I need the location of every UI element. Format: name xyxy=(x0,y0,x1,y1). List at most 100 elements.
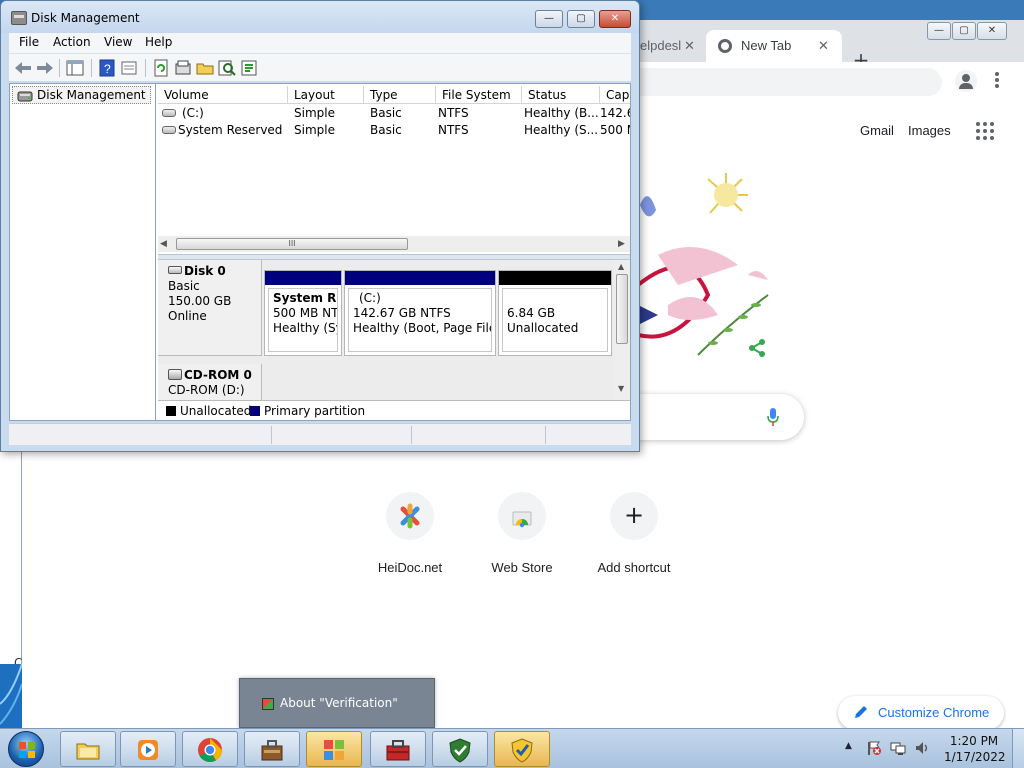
taskbar-toolkit[interactable] xyxy=(370,731,426,767)
show-hidden-icons-icon[interactable]: ▲ xyxy=(845,741,852,751)
scrollbar-thumb[interactable]: III xyxy=(176,238,408,250)
start-button[interactable] xyxy=(4,730,48,768)
menu-view[interactable]: View xyxy=(104,35,132,49)
address-bar[interactable] xyxy=(636,68,942,96)
horizontal-scrollbar[interactable]: ◀ III ▶ xyxy=(158,236,630,252)
column-header-layout[interactable]: Layout xyxy=(288,86,364,104)
partition-name: System Res xyxy=(273,291,337,305)
chrome-icon xyxy=(198,738,222,763)
partition-detail: 6.84 GB xyxy=(507,306,556,320)
disk-management-icon xyxy=(17,91,33,102)
partition-status: Healthy (Boot, Page File, C xyxy=(353,321,491,335)
window-title: Disk Management xyxy=(31,11,140,25)
column-header-status[interactable]: Status xyxy=(522,86,600,104)
partition-bar xyxy=(265,271,341,285)
cdrom-0-media[interactable] xyxy=(264,364,612,400)
tab-helpdesk[interactable]: elpdesl ✕ xyxy=(630,30,702,62)
refresh-icon[interactable] xyxy=(151,58,171,78)
volume-layout: Simple xyxy=(294,106,335,120)
tab-close-icon[interactable]: ✕ xyxy=(684,30,695,62)
column-header-file-system[interactable]: File System xyxy=(436,86,522,104)
minimize-button[interactable]: — xyxy=(535,10,563,28)
close-button[interactable]: ✕ xyxy=(599,10,631,28)
open-folder-icon[interactable] xyxy=(195,58,215,78)
column-header-volume[interactable]: Volume xyxy=(158,86,288,104)
tab-close-icon[interactable]: ✕ xyxy=(818,30,829,62)
disk-type: Basic xyxy=(168,279,200,293)
microphone-icon[interactable] xyxy=(766,407,780,427)
tree-item-label: Disk Management xyxy=(37,88,146,102)
profile-icon[interactable] xyxy=(955,70,977,92)
partition-unallocated[interactable]: 6.84 GB Unallocated xyxy=(498,270,612,356)
disk-name: CD-ROM 0 xyxy=(184,368,252,382)
scrollbar-thumb[interactable] xyxy=(616,274,628,344)
taskbar-thumbnail-popup[interactable]: About "Verification" xyxy=(239,678,435,728)
disk-name: Disk 0 xyxy=(184,264,226,278)
google-doodle-image[interactable] xyxy=(638,165,778,365)
tab-new-tab-label: New Tab xyxy=(741,38,792,53)
partition-status: Unallocated xyxy=(507,321,579,335)
menu-action[interactable]: Action xyxy=(53,35,91,49)
shortcut-web-store[interactable]: Web Store xyxy=(472,492,572,575)
scroll-left-icon[interactable]: ◀ xyxy=(160,239,167,249)
chrome-maximize-button[interactable]: ▢ xyxy=(952,22,976,40)
properties-icon[interactable] xyxy=(119,58,139,78)
taskbar-explorer[interactable] xyxy=(60,731,116,767)
volume-icon[interactable] xyxy=(914,740,930,756)
taskbar-toolbox[interactable] xyxy=(244,731,300,767)
google-apps-icon[interactable] xyxy=(976,122,994,140)
table-row[interactable]: System Reserved Simple Basic NTFS Health… xyxy=(158,122,630,139)
partition-c-drive[interactable]: (C:) 142.67 GB NTFS Healthy (Boot, Page … xyxy=(344,270,496,356)
chrome-tab-icon xyxy=(718,39,732,53)
menu-bar: File Action View Help xyxy=(9,33,631,53)
disk-0-info[interactable]: Disk 0 Basic 150.00 GB Online xyxy=(158,260,262,356)
taskbar-action-center[interactable] xyxy=(494,731,550,767)
action-center-flag-icon[interactable] xyxy=(866,740,882,756)
drive-icon xyxy=(162,126,176,134)
show-desktop-button[interactable] xyxy=(1012,729,1024,768)
taskbar-media-player[interactable] xyxy=(120,731,176,767)
format-icon[interactable] xyxy=(239,58,259,78)
legend-label: Unallocated xyxy=(180,404,252,418)
images-link[interactable]: Images xyxy=(908,123,951,138)
disk-graphical-view: Disk 0 Basic 150.00 GB Online System Res… xyxy=(158,260,630,400)
chrome-close-button[interactable]: ✕ xyxy=(977,22,1007,40)
partition-system-reserved[interactable]: System Res 500 MB NTF Healthy (Sys xyxy=(264,270,342,356)
gmail-link[interactable]: Gmail xyxy=(860,123,894,138)
taskbar-chrome[interactable] xyxy=(182,731,238,767)
system-clock[interactable]: 1:20 PM 1/17/2022 xyxy=(944,733,1006,765)
window-titlebar[interactable]: Disk Management — ▢ ✕ xyxy=(1,1,639,33)
popup-label: About "Verification" xyxy=(280,696,398,710)
taskbar-security[interactable] xyxy=(432,731,488,767)
share-icon[interactable] xyxy=(748,338,768,358)
verification-app-icon xyxy=(262,698,274,710)
show-hide-tree-icon[interactable] xyxy=(65,58,85,78)
table-row[interactable]: (C:) Simple Basic NTFS Healthy (B... 142… xyxy=(158,105,630,122)
rescan-disks-icon[interactable] xyxy=(173,58,193,78)
scroll-right-icon[interactable]: ▶ xyxy=(618,239,625,249)
chrome-menu-icon[interactable] xyxy=(992,70,1002,92)
google-search-box[interactable] xyxy=(636,394,804,440)
add-shortcut-button[interactable]: + Add shortcut xyxy=(584,492,684,575)
menu-help[interactable]: Help xyxy=(145,35,172,49)
menu-file[interactable]: File xyxy=(19,35,39,49)
forward-arrow-icon[interactable] xyxy=(35,58,55,78)
scroll-down-icon[interactable]: ▼ xyxy=(618,384,624,393)
shortcut-heidoc[interactable]: HeiDoc.net xyxy=(360,492,460,575)
chrome-minimize-button[interactable]: — xyxy=(927,22,951,40)
cdrom-0-info[interactable]: CD-ROM 0 CD-ROM (D:) xyxy=(158,364,262,400)
back-arrow-icon[interactable] xyxy=(13,58,33,78)
network-icon[interactable] xyxy=(890,740,906,756)
taskbar-control-panel[interactable] xyxy=(306,731,362,767)
customize-chrome-button[interactable]: Customize Chrome xyxy=(838,696,1004,730)
legend-label: Primary partition xyxy=(264,404,366,418)
scroll-up-icon[interactable]: ▲ xyxy=(618,262,624,271)
vertical-scrollbar[interactable]: ▲ ▼ xyxy=(614,260,630,400)
legend-swatch-unallocated xyxy=(166,406,176,416)
tree-item-disk-management[interactable]: Disk Management xyxy=(12,86,151,104)
help-icon[interactable]: ? xyxy=(97,58,117,78)
maximize-button[interactable]: ▢ xyxy=(567,10,595,28)
column-header-capacity[interactable]: Capac xyxy=(600,86,630,104)
column-header-type[interactable]: Type xyxy=(364,86,436,104)
search-icon[interactable] xyxy=(217,58,237,78)
